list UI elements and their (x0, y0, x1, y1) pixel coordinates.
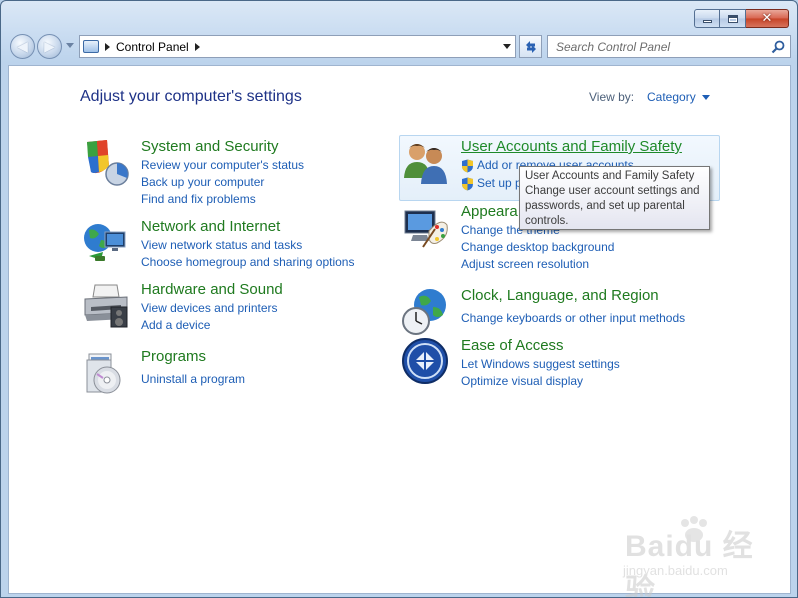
content-pane: Adjust your computer's settings View by:… (8, 65, 791, 597)
programs-disc-icon (86, 353, 121, 394)
recent-pages-dropdown[interactable] (66, 43, 74, 48)
printer-icon (84, 284, 128, 328)
breadcrumb-chevron-icon[interactable] (194, 42, 200, 51)
refresh-icon (525, 40, 536, 53)
back-arrow-icon: ◀ (17, 38, 28, 55)
monitor-palette-icon (404, 210, 448, 248)
close-button[interactable]: ✕ (746, 9, 789, 28)
category-title[interactable]: Clock, Language, and Region (461, 287, 659, 304)
category-link[interactable]: Back up your computer (141, 175, 264, 189)
search-icon[interactable] (771, 40, 785, 54)
breadcrumb-chevron-icon[interactable] (105, 42, 110, 51)
forward-arrow-icon: ▶ (44, 38, 55, 55)
breadcrumb-control-panel[interactable]: Control Panel (116, 40, 189, 54)
category-title[interactable]: User Accounts and Family Safety (461, 138, 682, 155)
category-title[interactable]: Network and Internet (141, 218, 280, 235)
control-panel-window: ✕ ◀ ▶ Control Panel Adjust your (0, 0, 798, 598)
watermark-brand: Baidu 经验 (625, 530, 754, 598)
search-box[interactable] (547, 35, 791, 58)
category-link[interactable]: Find and fix problems (141, 192, 256, 206)
uac-shield-icon (462, 159, 473, 173)
back-button[interactable]: ◀ (10, 34, 35, 59)
maximize-button[interactable] (720, 9, 746, 28)
category-link[interactable]: Set up p (461, 176, 522, 191)
ease-of-access-icon (402, 338, 448, 384)
uac-shield-icon (462, 177, 473, 191)
category-link[interactable]: Change keyboards or other input methods (461, 311, 685, 325)
minimize-icon (702, 20, 712, 23)
baidu-watermark: Baidu 经验 jingyan.baidu.com (615, 516, 765, 597)
forward-button[interactable]: ▶ (37, 34, 62, 59)
view-by-label: View by: (589, 90, 635, 104)
category-link[interactable]: Optimize visual display (461, 374, 583, 388)
category-link[interactable]: Choose homegroup and sharing options (141, 255, 354, 269)
watermark-url: jingyan.baidu.com (623, 563, 728, 578)
page-title: Adjust your computer's settings (80, 88, 302, 105)
search-input[interactable] (556, 36, 772, 57)
category-link[interactable]: Let Windows suggest settings (461, 357, 620, 371)
navigation-bar: ◀ ▶ Control Panel (9, 34, 791, 60)
users-icon (404, 144, 447, 184)
tooltip: User Accounts and Family Safety Change u… (519, 166, 710, 230)
chevron-down-icon (701, 94, 710, 100)
caption-buttons: ✕ (694, 9, 789, 28)
tooltip-body: Change user account settings and passwor… (525, 185, 700, 227)
category-title[interactable]: Programs (141, 348, 206, 365)
category-title[interactable]: Appeara (461, 203, 518, 220)
clock-globe-icon (402, 289, 446, 335)
tooltip-title: User Accounts and Family Safety (525, 170, 695, 182)
close-icon: ✕ (761, 11, 773, 26)
view-by-value[interactable]: Category (647, 90, 696, 104)
maximize-icon (727, 14, 738, 23)
category-link[interactable]: Adjust screen resolution (461, 257, 589, 271)
shield-flag-icon (87, 140, 129, 186)
category-title[interactable]: Ease of Access (461, 337, 564, 354)
category-link[interactable]: Uninstall a program (141, 372, 245, 386)
category-link[interactable]: View network status and tasks (141, 238, 302, 252)
refresh-button[interactable] (519, 35, 542, 58)
minimize-button[interactable] (694, 9, 720, 28)
category-link-text[interactable]: Set up p (477, 176, 522, 190)
category-title[interactable]: System and Security (141, 138, 279, 155)
network-globe-icon (84, 224, 126, 261)
category-link[interactable]: Add a device (141, 318, 210, 332)
category-link[interactable]: Review your computer's status (141, 158, 304, 172)
address-bar[interactable]: Control Panel (79, 35, 516, 58)
category-link[interactable]: View devices and printers (141, 301, 278, 315)
control-panel-icon (83, 40, 99, 53)
category-title[interactable]: Hardware and Sound (141, 281, 283, 298)
address-dropdown-icon[interactable] (503, 44, 511, 49)
view-by-dropdown[interactable]: Category (647, 90, 710, 104)
category-link[interactable]: Change desktop background (461, 240, 614, 254)
